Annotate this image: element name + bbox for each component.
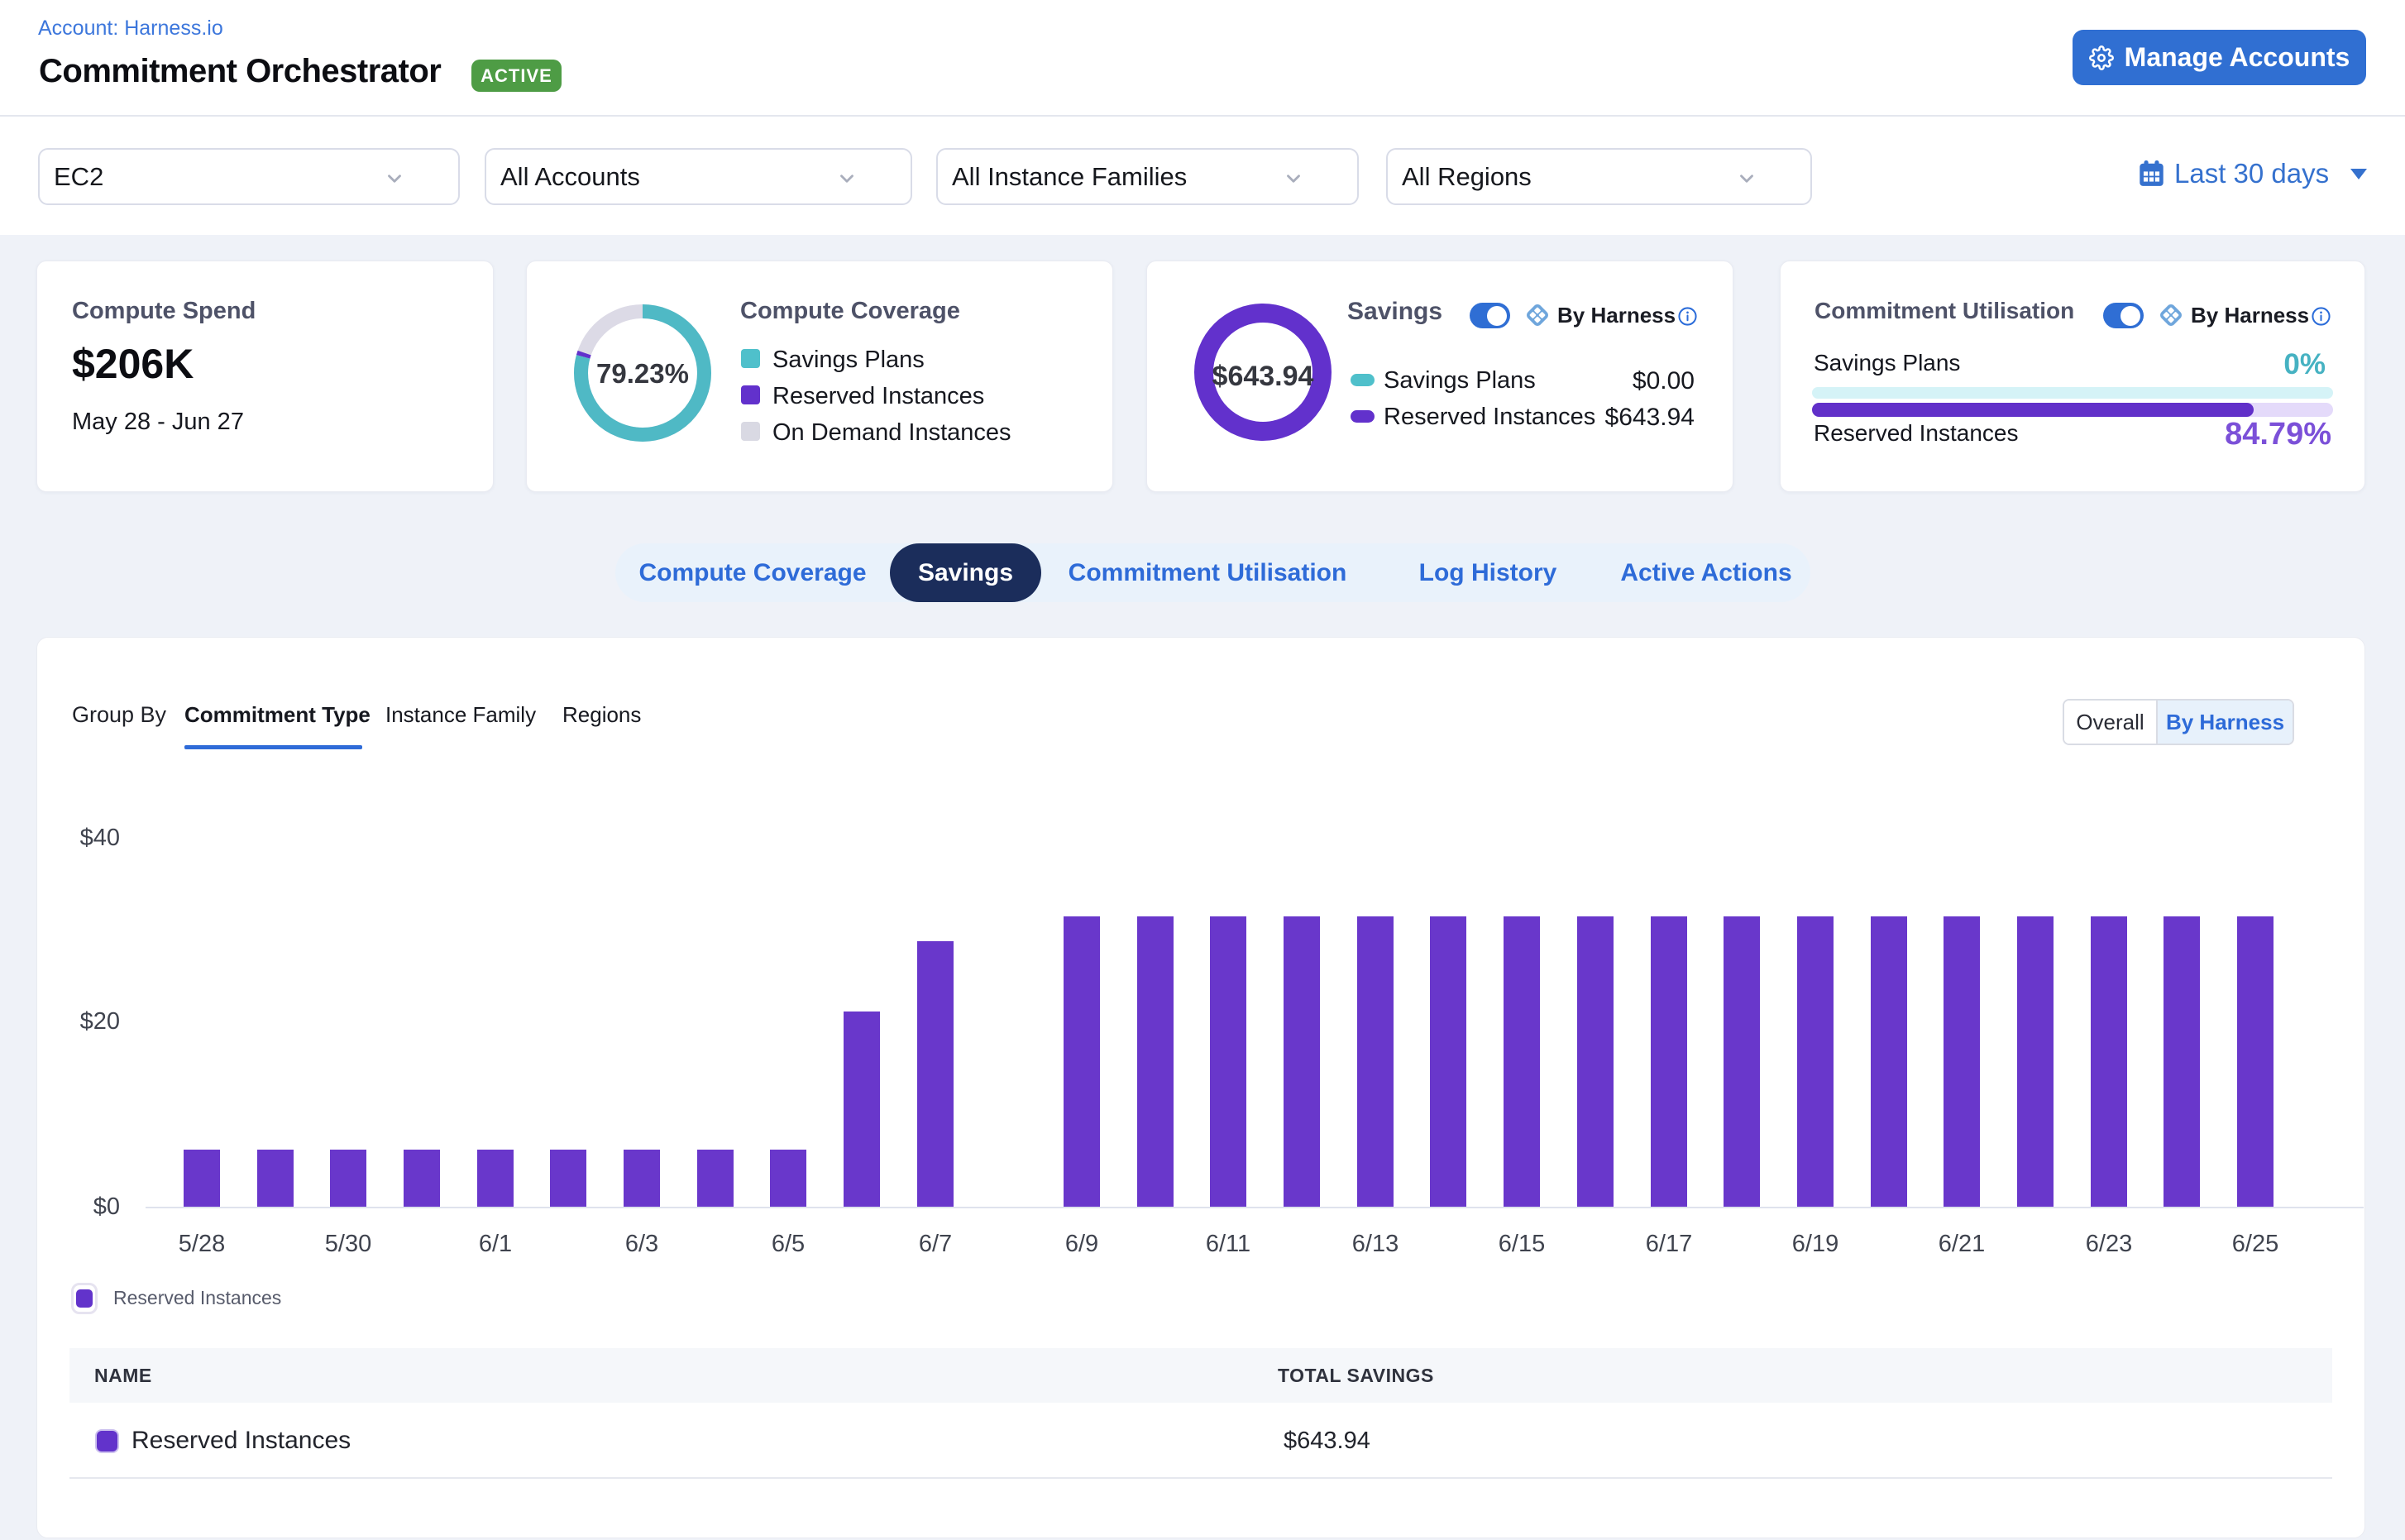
svg-text:$643.94: $643.94 <box>1212 361 1314 392</box>
svg-text:79.23%: 79.23% <box>596 358 689 389</box>
